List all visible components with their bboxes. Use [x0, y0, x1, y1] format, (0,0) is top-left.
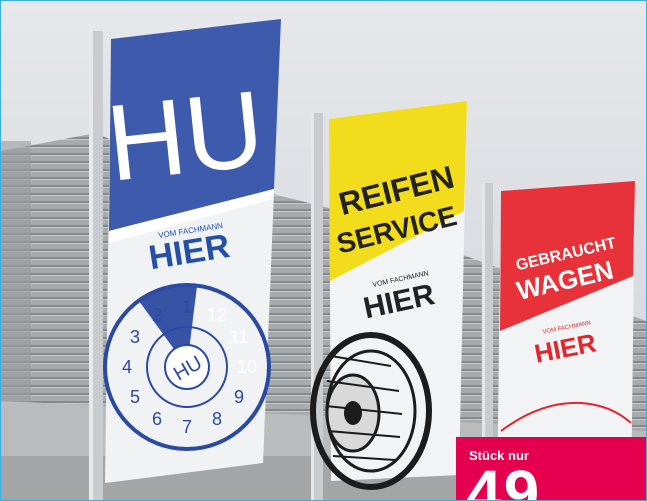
flag-hu: HU VOM FACHMANN HIER HU 12111098765432 1	[101, 19, 281, 483]
photo-scene: HU VOM FACHMANN HIER HU 12111098765432 1 …	[1, 1, 646, 500]
sticker-number: 3	[130, 327, 140, 347]
flag-hu-title: HU	[101, 67, 269, 204]
sticker-number: 12	[207, 305, 227, 325]
sticker-number: 8	[212, 409, 222, 429]
sticker-number: 2	[152, 305, 162, 325]
price-value: 49	[466, 457, 542, 500]
sticker-number: 5	[130, 387, 140, 407]
flag-tires: REIFEN SERVICE VOM FACHMANN HIER	[310, 101, 467, 490]
sticker-number: 9	[234, 387, 244, 407]
sticker-number: 1	[182, 297, 192, 317]
sticker-number: 10	[237, 357, 257, 377]
price-badge: Stück nur 49	[456, 437, 646, 500]
sticker-number: 6	[152, 409, 162, 429]
sticker-number: 7	[182, 417, 192, 437]
sticker-number: 11	[230, 327, 249, 347]
inspection-sticker: HU 12111098765432 1	[103, 283, 271, 451]
sticker-number: 4	[122, 357, 132, 377]
photo-frame: HU VOM FACHMANN HIER HU 12 11 10 9 8 7 6 5 4 3 2 1 …	[0, 0, 647, 501]
